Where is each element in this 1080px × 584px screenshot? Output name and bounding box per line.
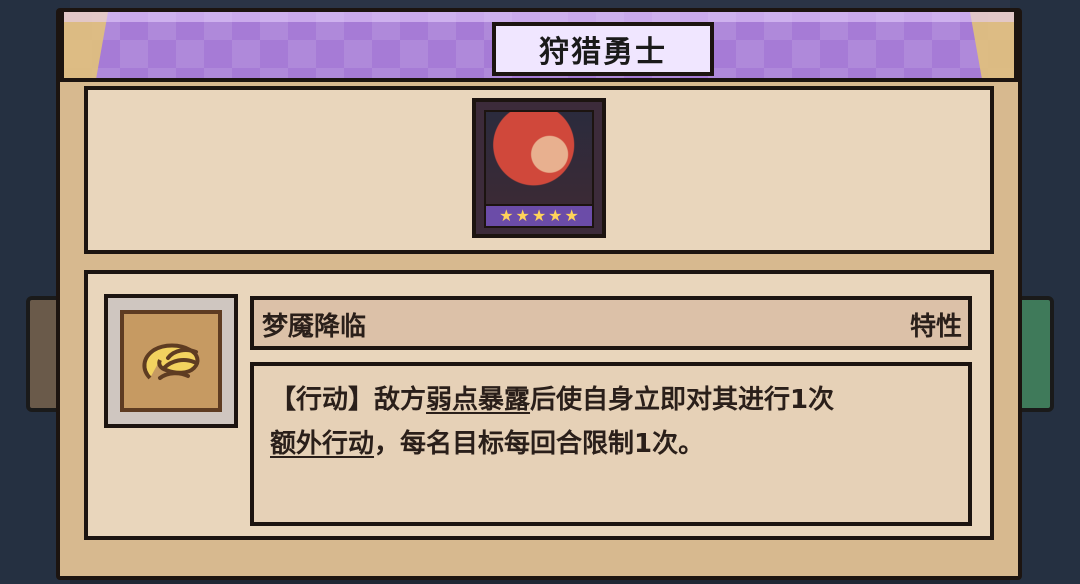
hero-stars: ★ ★ ★ ★ ★ [484, 204, 594, 228]
star-icon: ★ [531, 206, 547, 225]
page-title: 狩猎勇士 [539, 35, 667, 70]
star-icon: ★ [515, 206, 530, 225]
title-corner-left [64, 12, 108, 78]
title-plate: 狩猎勇士 [492, 22, 714, 76]
star-icon: ★ [548, 206, 563, 225]
hero-portrait [484, 110, 594, 208]
star-icon: ★ [564, 206, 579, 225]
title-bar: 狩猎勇士 [60, 8, 1018, 82]
desc-line1-prefix: 【行动】敌方 [270, 385, 427, 415]
wing-hand-icon [142, 343, 200, 380]
trait-icon-frame[interactable] [104, 294, 238, 428]
desc-line2-suffix: ，每名目标每回合限制1次。 [374, 429, 705, 459]
trait-description: 【行动】敌方弱点暴露后使自身立即对其进行1次 额外行动，每名目标每回合限制1次。 [270, 378, 950, 466]
desc-keyword-extra-action[interactable]: 额外行动 [270, 429, 374, 459]
trait-name: 梦魇降临 [262, 312, 367, 342]
trait-type-label: 特性 [909, 312, 962, 342]
hero-card[interactable]: ★ ★ ★ ★ ★ [472, 98, 606, 238]
trait-description-line-1: 【行动】敌方弱点暴露后使自身立即对其进行1次 [270, 378, 950, 422]
trait-description-line-2: 额外行动，每名目标每回合限制1次。 [270, 422, 950, 466]
desc-keyword-weakness[interactable]: 弱点暴露 [426, 385, 530, 415]
title-corner-right [970, 12, 1014, 82]
desc-line1-suffix: 后使自身立即对其进行1次 [530, 385, 835, 415]
star-icon: ★ [499, 206, 514, 225]
